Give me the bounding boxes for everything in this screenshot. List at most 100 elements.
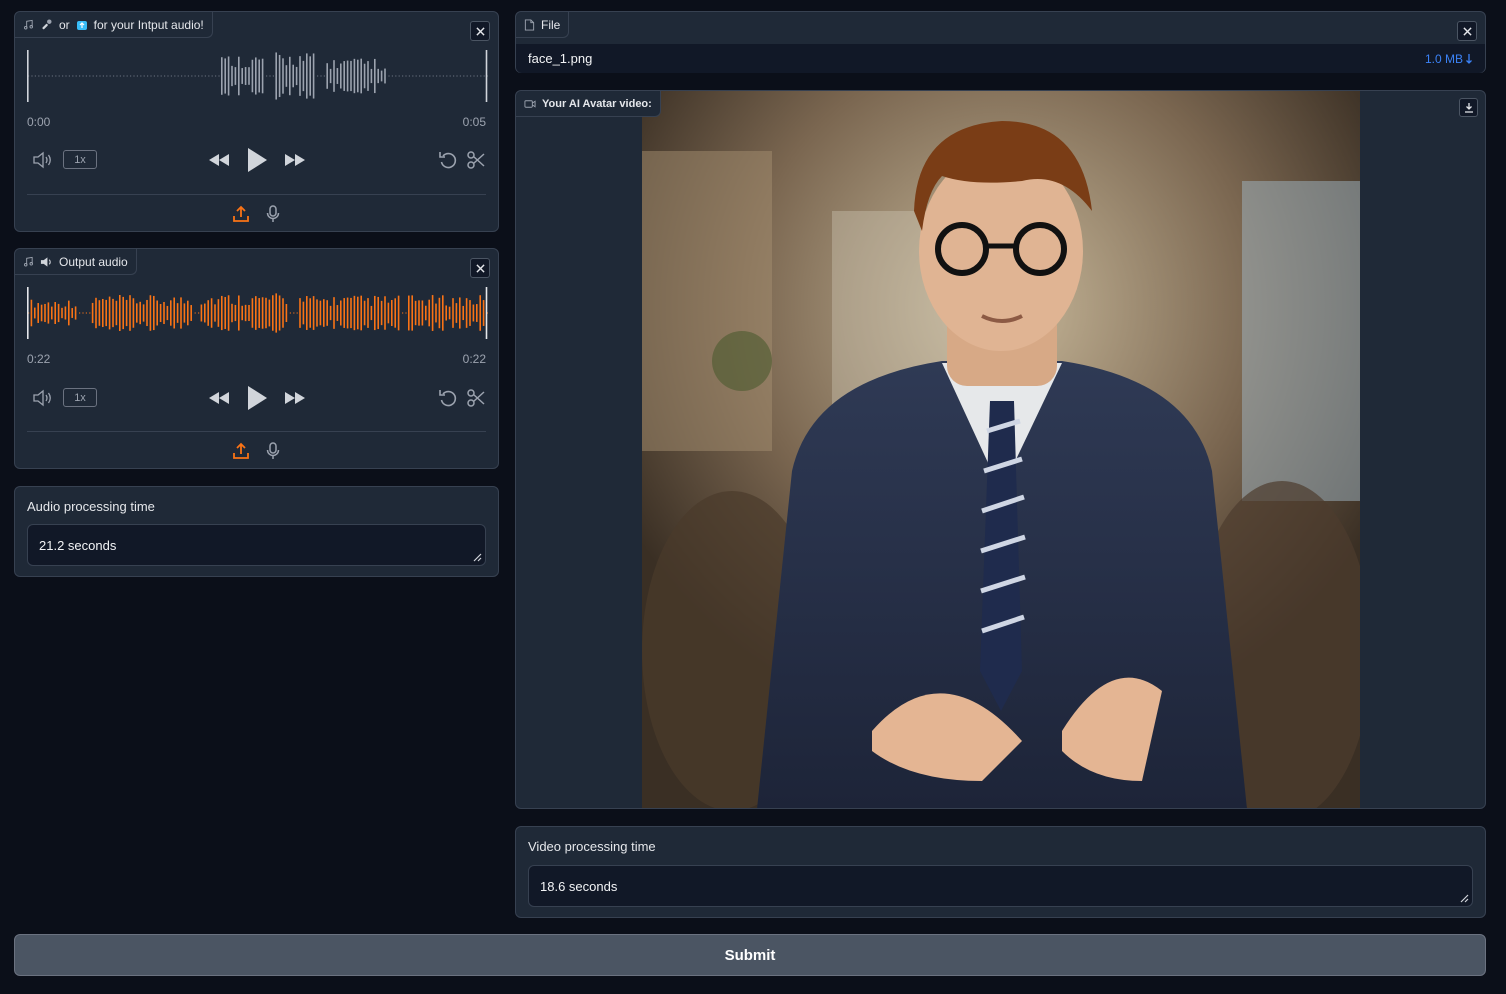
- audio-processing-time-label: Audio processing time: [27, 499, 155, 514]
- play-button[interactable]: [244, 384, 270, 412]
- video-panel: Your AI Avatar video:: [515, 90, 1486, 809]
- waveform-dot: [82, 75, 84, 77]
- waveform-dot: [453, 75, 455, 77]
- volume-button[interactable]: [31, 387, 55, 409]
- file-icon: [524, 18, 535, 31]
- waveform-dot: [38, 75, 40, 77]
- file-panel: File face_1.png 1.0 MB: [515, 11, 1486, 73]
- waveform-dot: [208, 75, 210, 77]
- waveform-dot: [34, 75, 36, 77]
- fast-forward-icon: [285, 392, 305, 404]
- audio-processing-time-field[interactable]: 21.2 seconds: [27, 524, 486, 566]
- output-audio-waveform[interactable]: [27, 283, 488, 343]
- waveform-dot: [480, 75, 482, 77]
- waveform-dot: [109, 75, 111, 77]
- waveform-dot: [31, 75, 33, 77]
- waveform-dot: [75, 75, 77, 77]
- trim-button[interactable]: [465, 149, 487, 171]
- waveform-dot: [422, 75, 424, 77]
- file-download-link[interactable]: 1.0 MB: [1425, 52, 1473, 66]
- waveform-dot: [85, 75, 87, 77]
- file-row: face_1.png 1.0 MB: [516, 44, 1485, 73]
- undo-button[interactable]: [437, 387, 459, 409]
- waveform-dot: [41, 75, 43, 77]
- waveform-dot: [198, 312, 200, 314]
- waveform-dot: [174, 75, 176, 77]
- waveform-dot: [136, 75, 138, 77]
- waveform-dot: [99, 75, 101, 77]
- waveform-dot: [412, 75, 414, 77]
- input-audio-label-text: for your Intput audio!: [93, 17, 204, 32]
- rewind-icon: [209, 392, 229, 404]
- file-size: 1.0 MB: [1424, 51, 1463, 66]
- output-audio-duration: 0:22: [462, 352, 486, 366]
- waveform-dot: [198, 75, 200, 77]
- microphone-source-button[interactable]: [263, 440, 283, 462]
- close-icon: [475, 26, 485, 36]
- waveform-dot: [164, 75, 166, 77]
- fast-forward-icon: [285, 154, 305, 166]
- video-processing-time-field[interactable]: 18.6 seconds: [528, 865, 1473, 907]
- video-player[interactable]: [642, 91, 1360, 808]
- file-clear-button[interactable]: [1457, 21, 1477, 41]
- play-icon: [248, 386, 267, 410]
- speaker-emoji-icon: [40, 256, 51, 267]
- microphone-emoji-icon: [42, 19, 52, 30]
- waveform-dot: [408, 75, 410, 77]
- submit-button[interactable]: Submit: [14, 934, 1486, 976]
- volume-button[interactable]: [31, 149, 55, 171]
- waveform-dot: [150, 75, 152, 77]
- waveform-dot: [157, 75, 159, 77]
- playback-rate-button[interactable]: 1x: [63, 150, 97, 169]
- skip-backward-button[interactable]: [206, 388, 232, 408]
- input-audio-clear-button[interactable]: [470, 21, 490, 41]
- skip-backward-button[interactable]: [206, 150, 232, 170]
- microphone-icon: [266, 442, 279, 459]
- waveform-dot: [89, 75, 91, 77]
- upload-source-button[interactable]: [231, 440, 251, 462]
- skip-forward-button[interactable]: [282, 388, 308, 408]
- output-audio-clear-button[interactable]: [470, 258, 490, 278]
- input-audio-waveform[interactable]: [27, 46, 488, 106]
- undo-button[interactable]: [437, 149, 459, 171]
- upload-source-button[interactable]: [231, 203, 251, 225]
- resize-handle-icon[interactable]: [1459, 893, 1469, 903]
- waveform-dot: [483, 75, 485, 77]
- waveform-dot: [133, 75, 135, 77]
- scissors-icon: [467, 151, 485, 169]
- waveform-dot: [126, 75, 128, 77]
- upload-emoji-icon: [76, 20, 87, 30]
- waveform-dot: [201, 75, 203, 77]
- video-processing-time-label: Video processing time: [528, 839, 656, 854]
- microphone-source-button[interactable]: [263, 203, 283, 225]
- waveform-dot: [184, 75, 186, 77]
- video-download-button[interactable]: [1459, 98, 1478, 117]
- audio-processing-time-block: Audio processing time 21.2 seconds: [14, 486, 499, 577]
- input-audio-label: or for your Intput audio!: [15, 12, 213, 38]
- music-note-icon: [24, 256, 33, 267]
- waveform-dot: [143, 75, 145, 77]
- close-icon: [475, 263, 485, 273]
- waveform-dot: [272, 75, 274, 77]
- trim-button[interactable]: [465, 387, 487, 409]
- waveform-dot: [446, 75, 448, 77]
- waveform-dot: [116, 75, 118, 77]
- microphone-icon: [266, 205, 279, 222]
- waveform-dot: [215, 75, 217, 77]
- file-label: File: [516, 12, 570, 38]
- waveform-dot: [296, 312, 298, 314]
- play-button[interactable]: [244, 146, 270, 174]
- waveform-dot: [293, 312, 295, 314]
- waveform-dot: [429, 75, 431, 77]
- waveform-dot: [102, 75, 104, 77]
- waveform-dot: [323, 75, 325, 77]
- waveform-dot: [48, 75, 50, 77]
- resize-handle-icon[interactable]: [472, 552, 482, 562]
- file-name: face_1.png: [528, 51, 593, 66]
- skip-forward-button[interactable]: [282, 150, 308, 170]
- playback-rate-button[interactable]: 1x: [63, 388, 97, 407]
- input-audio-or-text: or: [59, 17, 70, 32]
- video-camera-icon: [524, 99, 536, 108]
- play-icon: [248, 148, 267, 172]
- waveform-dot: [167, 75, 169, 77]
